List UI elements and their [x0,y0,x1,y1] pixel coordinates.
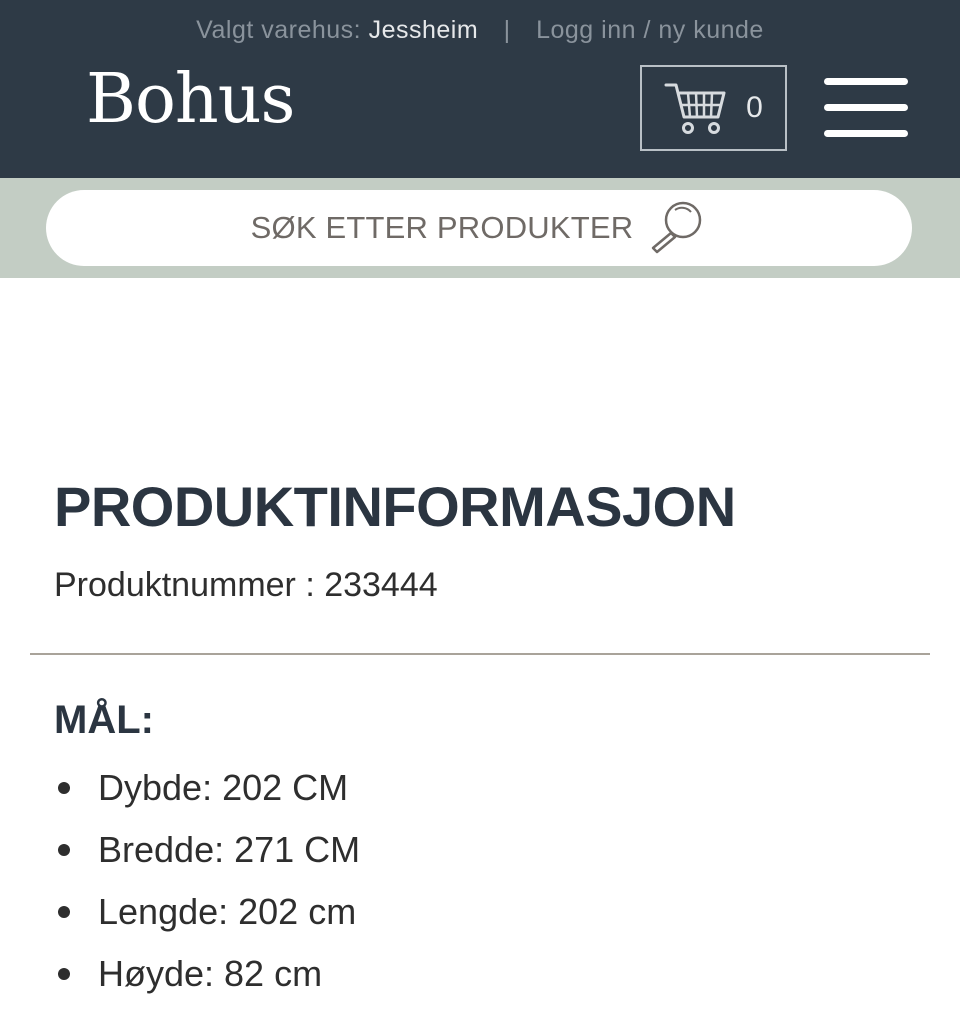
dimension-item-height: Høyde: 82 cm [54,954,360,1016]
product-info-section: PRODUKTINFORMASJON Produktnummer : 23344… [0,278,960,1032]
dimension-item-length: Lengde: 202 cm [54,892,360,954]
hamburger-menu-icon[interactable] [824,78,908,138]
bullet-icon [58,844,70,856]
dimension-text: Bredde: 271 CM [98,829,361,870]
dimension-item-depth: Dybde: 202 CM [54,768,360,830]
search-input[interactable]: SØK ETTER PRODUKTER [46,190,912,266]
product-number: Produktnummer : 233444 [54,566,438,604]
section-divider [30,653,930,655]
dimensions-list: Dybde: 202 CM Bredde: 271 CM Lengde: 202… [54,768,360,1016]
dimension-item-width: Bredde: 271 CM [54,830,360,892]
page-title: PRODUKTINFORMASJON [54,475,736,538]
bullet-icon [58,968,70,980]
dimension-text: Dybde: 202 CM [98,767,349,808]
cart-icon [664,79,728,137]
search-placeholder: SØK ETTER PRODUKTER [250,210,634,245]
search-icon[interactable] [647,198,707,259]
top-bar-separator: | [503,16,511,44]
dimension-text: Høyde: 82 cm [98,953,323,994]
store-label: Valgt varehus: [196,16,362,44]
search-band: SØK ETTER PRODUKTER [0,178,960,278]
selected-store-link[interactable]: Jessheim [369,16,479,44]
dimension-text: Lengde: 202 cm [98,891,357,932]
dimensions-heading: MÅL: [54,698,154,742]
bullet-icon [58,782,70,794]
cart-count: 0 [746,91,763,124]
login-link[interactable]: Logg inn / ny kunde [536,16,764,44]
cart-button[interactable]: 0 [640,65,787,151]
bullet-icon [58,906,70,918]
top-bar: Valgt varehus: Jessheim | Logg inn / ny … [0,16,960,45]
bohus-logo[interactable]: Bohus [86,66,295,134]
site-header: Valgt varehus: Jessheim | Logg inn / ny … [0,0,960,178]
